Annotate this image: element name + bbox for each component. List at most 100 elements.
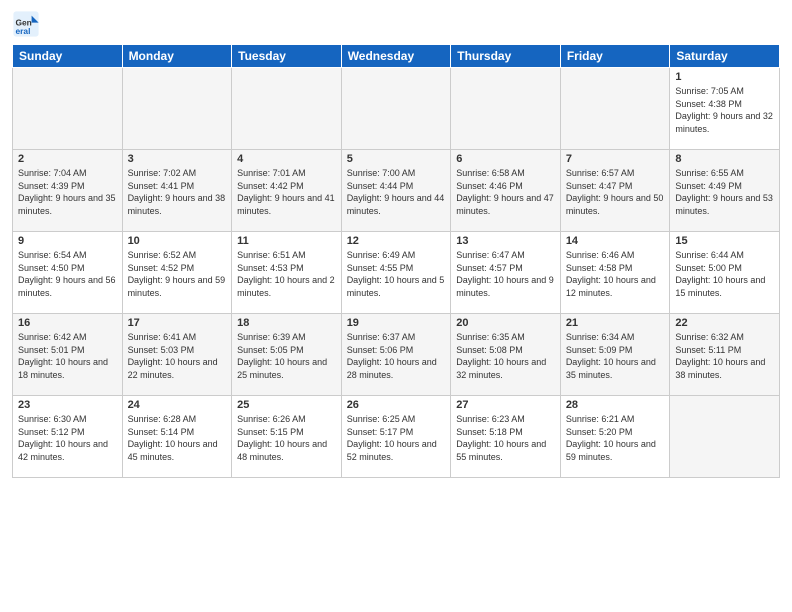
weekday-header-tuesday: Tuesday (232, 45, 342, 68)
calendar-cell: 8 Sunrise: 6:55 AM Sunset: 4:49 PM Daylig… (670, 150, 780, 232)
day-number: 1 (675, 71, 774, 83)
day-info: Sunrise: 6:46 AM Sunset: 4:58 PM Dayligh… (566, 249, 665, 299)
day-number: 24 (128, 399, 227, 411)
day-number: 10 (128, 235, 227, 247)
day-info: Sunrise: 7:00 AM Sunset: 4:44 PM Dayligh… (347, 167, 446, 217)
day-number: 7 (566, 153, 665, 165)
day-info: Sunrise: 6:37 AM Sunset: 5:06 PM Dayligh… (347, 331, 446, 381)
day-number: 12 (347, 235, 446, 247)
day-number: 27 (456, 399, 555, 411)
calendar-cell: 1 Sunrise: 7:05 AM Sunset: 4:38 PM Daylig… (670, 68, 780, 150)
day-info: Sunrise: 6:54 AM Sunset: 4:50 PM Dayligh… (18, 249, 117, 299)
page: Gen eral SundayMondayTuesdayWednesdayThu… (0, 0, 792, 612)
calendar-week-row: 2 Sunrise: 7:04 AM Sunset: 4:39 PM Daylig… (13, 150, 780, 232)
calendar-cell: 6 Sunrise: 6:58 AM Sunset: 4:46 PM Daylig… (451, 150, 561, 232)
svg-text:eral: eral (16, 26, 31, 36)
calendar-cell: 17 Sunrise: 6:41 AM Sunset: 5:03 PM Dayli… (122, 314, 232, 396)
calendar-cell: 25 Sunrise: 6:26 AM Sunset: 5:15 PM Dayli… (232, 396, 342, 478)
weekday-header-wednesday: Wednesday (341, 45, 451, 68)
calendar-week-row: 1 Sunrise: 7:05 AM Sunset: 4:38 PM Daylig… (13, 68, 780, 150)
day-info: Sunrise: 6:35 AM Sunset: 5:08 PM Dayligh… (456, 331, 555, 381)
weekday-header-monday: Monday (122, 45, 232, 68)
day-number: 9 (18, 235, 117, 247)
day-info: Sunrise: 7:05 AM Sunset: 4:38 PM Dayligh… (675, 85, 774, 135)
calendar-cell: 24 Sunrise: 6:28 AM Sunset: 5:14 PM Dayli… (122, 396, 232, 478)
day-number: 5 (347, 153, 446, 165)
day-info: Sunrise: 7:01 AM Sunset: 4:42 PM Dayligh… (237, 167, 336, 217)
weekday-header-sunday: Sunday (13, 45, 123, 68)
calendar-cell: 10 Sunrise: 6:52 AM Sunset: 4:52 PM Dayli… (122, 232, 232, 314)
calendar-cell (13, 68, 123, 150)
calendar-cell (122, 68, 232, 150)
logo: Gen eral (12, 10, 42, 38)
day-info: Sunrise: 6:39 AM Sunset: 5:05 PM Dayligh… (237, 331, 336, 381)
calendar-cell (670, 396, 780, 478)
day-info: Sunrise: 7:04 AM Sunset: 4:39 PM Dayligh… (18, 167, 117, 217)
calendar-cell: 13 Sunrise: 6:47 AM Sunset: 4:57 PM Dayli… (451, 232, 561, 314)
day-info: Sunrise: 6:42 AM Sunset: 5:01 PM Dayligh… (18, 331, 117, 381)
header: Gen eral (12, 10, 780, 38)
day-number: 18 (237, 317, 336, 329)
calendar: SundayMondayTuesdayWednesdayThursdayFrid… (12, 44, 780, 478)
day-info: Sunrise: 6:21 AM Sunset: 5:20 PM Dayligh… (566, 413, 665, 463)
calendar-week-row: 16 Sunrise: 6:42 AM Sunset: 5:01 PM Dayli… (13, 314, 780, 396)
calendar-cell: 27 Sunrise: 6:23 AM Sunset: 5:18 PM Dayli… (451, 396, 561, 478)
day-info: Sunrise: 6:26 AM Sunset: 5:15 PM Dayligh… (237, 413, 336, 463)
day-number: 8 (675, 153, 774, 165)
day-info: Sunrise: 6:41 AM Sunset: 5:03 PM Dayligh… (128, 331, 227, 381)
day-number: 23 (18, 399, 117, 411)
day-info: Sunrise: 6:47 AM Sunset: 4:57 PM Dayligh… (456, 249, 555, 299)
day-info: Sunrise: 6:57 AM Sunset: 4:47 PM Dayligh… (566, 167, 665, 217)
day-number: 4 (237, 153, 336, 165)
calendar-cell: 11Sunrise: 6:51 AM Sunset: 4:53 PM Dayli… (232, 232, 342, 314)
calendar-cell: 18 Sunrise: 6:39 AM Sunset: 5:05 PM Dayli… (232, 314, 342, 396)
calendar-cell (232, 68, 342, 150)
calendar-cell: 26 Sunrise: 6:25 AM Sunset: 5:17 PM Dayli… (341, 396, 451, 478)
day-number: 6 (456, 153, 555, 165)
weekday-header-friday: Friday (560, 45, 670, 68)
calendar-cell: 20Sunrise: 6:35 AM Sunset: 5:08 PM Dayli… (451, 314, 561, 396)
calendar-cell: 4 Sunrise: 7:01 AM Sunset: 4:42 PM Daylig… (232, 150, 342, 232)
calendar-cell: 28 Sunrise: 6:21 AM Sunset: 5:20 PM Dayli… (560, 396, 670, 478)
calendar-cell: 16 Sunrise: 6:42 AM Sunset: 5:01 PM Dayli… (13, 314, 123, 396)
calendar-cell (560, 68, 670, 150)
logo-icon: Gen eral (12, 10, 40, 38)
calendar-cell: 9 Sunrise: 6:54 AM Sunset: 4:50 PM Daylig… (13, 232, 123, 314)
day-info: Sunrise: 6:52 AM Sunset: 4:52 PM Dayligh… (128, 249, 227, 299)
day-info: Sunrise: 6:58 AM Sunset: 4:46 PM Dayligh… (456, 167, 555, 217)
calendar-cell: 21Sunrise: 6:34 AM Sunset: 5:09 PM Dayli… (560, 314, 670, 396)
day-info: Sunrise: 6:25 AM Sunset: 5:17 PM Dayligh… (347, 413, 446, 463)
calendar-cell: 23 Sunrise: 6:30 AM Sunset: 5:12 PM Dayli… (13, 396, 123, 478)
calendar-cell: 7 Sunrise: 6:57 AM Sunset: 4:47 PM Daylig… (560, 150, 670, 232)
calendar-week-row: 23 Sunrise: 6:30 AM Sunset: 5:12 PM Dayli… (13, 396, 780, 478)
calendar-cell: 12 Sunrise: 6:49 AM Sunset: 4:55 PM Dayli… (341, 232, 451, 314)
day-number: 17 (128, 317, 227, 329)
day-number: 21 (566, 317, 665, 329)
day-info: Sunrise: 6:30 AM Sunset: 5:12 PM Dayligh… (18, 413, 117, 463)
calendar-cell (341, 68, 451, 150)
day-number: 3 (128, 153, 227, 165)
day-number: 26 (347, 399, 446, 411)
day-info: Sunrise: 6:51 AM Sunset: 4:53 PM Dayligh… (237, 249, 336, 299)
day-info: Sunrise: 6:28 AM Sunset: 5:14 PM Dayligh… (128, 413, 227, 463)
calendar-cell: 14Sunrise: 6:46 AM Sunset: 4:58 PM Dayli… (560, 232, 670, 314)
day-number: 13 (456, 235, 555, 247)
calendar-cell: 22Sunrise: 6:32 AM Sunset: 5:11 PM Dayli… (670, 314, 780, 396)
day-info: Sunrise: 6:55 AM Sunset: 4:49 PM Dayligh… (675, 167, 774, 217)
day-number: 15 (675, 235, 774, 247)
weekday-header-row: SundayMondayTuesdayWednesdayThursdayFrid… (13, 45, 780, 68)
calendar-cell: 19 Sunrise: 6:37 AM Sunset: 5:06 PM Dayli… (341, 314, 451, 396)
calendar-cell (451, 68, 561, 150)
day-number: 16 (18, 317, 117, 329)
weekday-header-thursday: Thursday (451, 45, 561, 68)
calendar-cell: 15Sunrise: 6:44 AM Sunset: 5:00 PM Dayli… (670, 232, 780, 314)
day-info: Sunrise: 6:49 AM Sunset: 4:55 PM Dayligh… (347, 249, 446, 299)
calendar-cell: 2 Sunrise: 7:04 AM Sunset: 4:39 PM Daylig… (13, 150, 123, 232)
day-number: 22 (675, 317, 774, 329)
day-number: 19 (347, 317, 446, 329)
day-number: 2 (18, 153, 117, 165)
day-number: 25 (237, 399, 336, 411)
day-number: 28 (566, 399, 665, 411)
day-info: Sunrise: 6:23 AM Sunset: 5:18 PM Dayligh… (456, 413, 555, 463)
calendar-cell: 3Sunrise: 7:02 AM Sunset: 4:41 PM Daylig… (122, 150, 232, 232)
